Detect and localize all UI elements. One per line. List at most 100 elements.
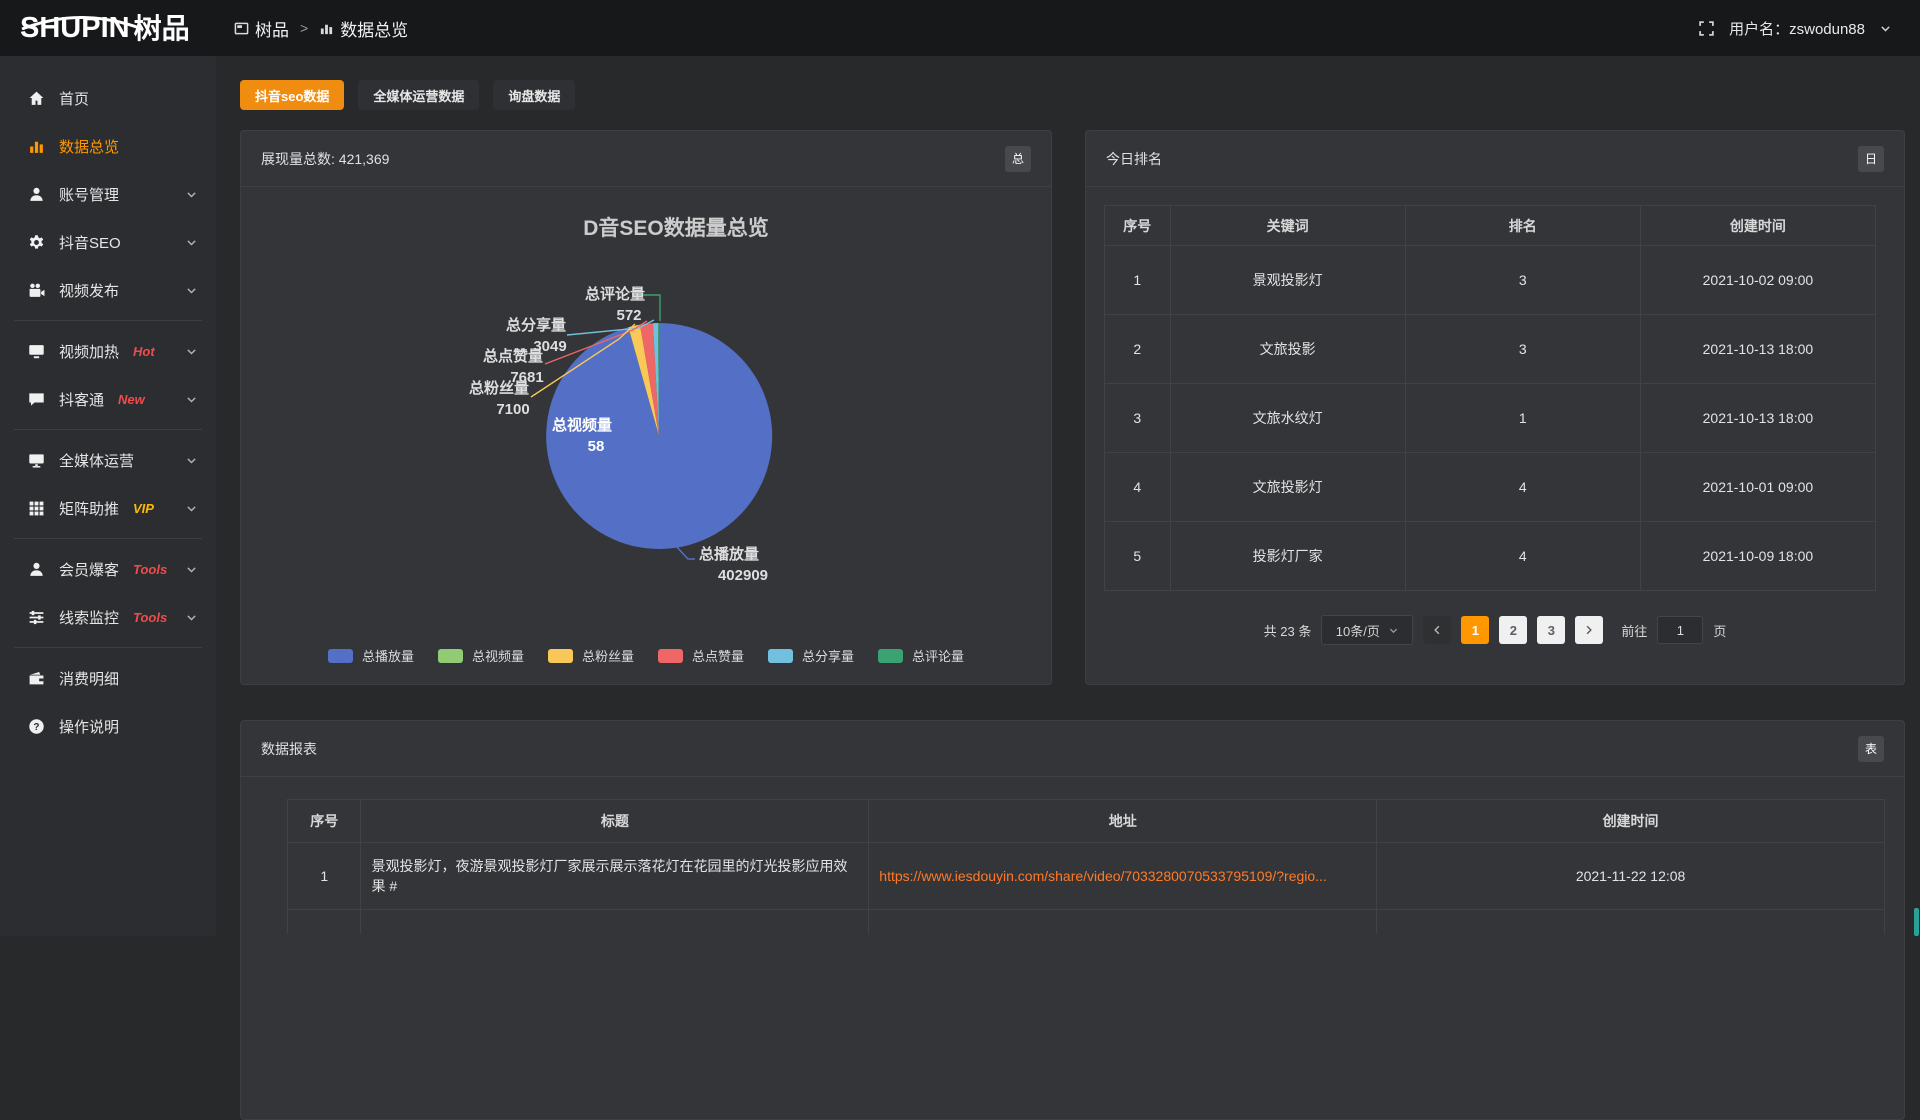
legend-swatch [438, 649, 463, 663]
svg-text:?: ? [33, 722, 39, 733]
pie-label-总粉丝量: 总粉丝量7100 [469, 379, 530, 418]
app-logo: SHUPIN 树品 [0, 14, 216, 43]
sidebar-divider [14, 538, 202, 539]
breadcrumb-label: 数据总览 [340, 16, 408, 41]
legend-item-总视频量[interactable]: 总视频量 [438, 646, 524, 665]
chevron-down-icon [185, 563, 198, 576]
legend-item-总粉丝量[interactable]: 总粉丝量 [548, 646, 634, 665]
user-menu-chevron-icon[interactable] [1879, 22, 1892, 35]
chevron-down-icon [185, 454, 198, 467]
sidebar-item-抖客通[interactable]: 抖客通New [0, 375, 216, 423]
goto-page-input[interactable] [1657, 616, 1703, 644]
sidebar-item-chevron [185, 502, 198, 515]
fullscreen-icon[interactable] [1698, 20, 1715, 37]
user-icon [28, 561, 45, 578]
svg-text:总视频量: 总视频量 [552, 416, 612, 434]
sidebar-item-抖音SEO[interactable]: 抖音SEO [0, 218, 216, 266]
scrollbar-thumb[interactable] [1914, 908, 1919, 936]
report-column-header: 创建时间 [1377, 800, 1885, 843]
logo-arc [18, 16, 146, 30]
breadcrumb-item-home[interactable]: 树品 [234, 16, 289, 41]
svg-text:总粉丝量: 总粉丝量 [469, 379, 529, 397]
sidebar-item-矩阵助推[interactable]: 矩阵助推VIP [0, 484, 216, 532]
sidebar-item-视频加热[interactable]: 视频加热 Hot [0, 327, 216, 375]
tab-抖音seo数据[interactable]: 抖音seo数据 [240, 80, 344, 110]
report-cell-time [1377, 910, 1885, 934]
chevron-down-icon [185, 345, 198, 358]
window-icon [234, 21, 249, 36]
rank-cell: 3 [1105, 384, 1171, 453]
sidebar-item-label: 视频加热 [59, 341, 119, 362]
page-button-3[interactable]: 3 [1537, 616, 1565, 644]
breadcrumb-item-current[interactable]: 数据总览 [319, 16, 408, 41]
legend-item-总分享量[interactable]: 总分享量 [768, 646, 854, 665]
sidebar-item-全媒体运营[interactable]: 全媒体运营 [0, 436, 216, 484]
goto-label: 前往 [1621, 621, 1647, 640]
sidebar-item-label: 视频发布 [59, 280, 119, 301]
prev-page-button[interactable] [1423, 616, 1451, 644]
sidebar-item-操作说明[interactable]: ?操作说明 [0, 702, 216, 750]
page-button-1[interactable]: 1 [1461, 616, 1489, 644]
page-size-value: 10条/页 [1336, 621, 1380, 640]
user-icon [28, 186, 45, 203]
panel-title-impressions-total: 展现量总数: 421,369 [261, 149, 389, 169]
tab-询盘数据[interactable]: 询盘数据 [493, 80, 575, 110]
chevron-down-icon [185, 393, 198, 406]
sidebar-item-suffix-badge: New [118, 392, 145, 407]
sidebar-item-chevron [185, 393, 198, 406]
sidebar-item-首页[interactable]: 首页 [0, 74, 216, 122]
report-cell-no: 1 [288, 843, 361, 910]
next-page-button[interactable] [1575, 616, 1603, 644]
impressions-pie-panel: 展现量总数: 421,369 总 D音SEO数据量总览总评论量572总分享量30… [240, 130, 1052, 685]
sidebar-item-suffix-badge: Tools [133, 562, 167, 577]
tab-全媒体运营数据[interactable]: 全媒体运营数据 [358, 80, 479, 110]
pie-slice-总播放量[interactable] [546, 323, 772, 549]
sidebar-item-视频发布[interactable]: 视频发布 [0, 266, 216, 314]
page-button-2[interactable]: 2 [1499, 616, 1527, 644]
rank-cell: 文旅投影 [1170, 315, 1405, 384]
video-link[interactable]: https://www.iesdouyin.com/share/video/70… [879, 868, 1327, 884]
sidebar-item-chevron [185, 611, 198, 624]
rank-column-header: 序号 [1105, 206, 1171, 246]
report-cell-time: 2021-11-22 12:08 [1377, 843, 1885, 910]
sidebar-divider [14, 320, 202, 321]
table-badge-button[interactable]: 表 [1858, 736, 1884, 762]
rank-cell: 2021-10-13 18:00 [1640, 384, 1875, 453]
breadcrumb: 树品 > 数据总览 [234, 16, 408, 41]
breadcrumb-separator: > [300, 20, 308, 36]
rank-cell: 文旅水纹灯 [1170, 384, 1405, 453]
sidebar-item-label: 账号管理 [59, 184, 119, 205]
rank-cell: 3 [1405, 315, 1640, 384]
chevron-down-icon [185, 284, 198, 297]
goto-unit: 页 [1713, 621, 1726, 640]
legend-item-总点赞量[interactable]: 总点赞量 [658, 646, 744, 665]
sidebar-item-数据总览[interactable]: 数据总览 [0, 122, 216, 170]
chart-bars-icon [28, 138, 45, 155]
chevron-down-icon [185, 502, 198, 515]
sidebar-divider [14, 429, 202, 430]
sidebar-item-账号管理[interactable]: 账号管理 [0, 170, 216, 218]
svg-text:总播放量: 总播放量 [699, 545, 759, 563]
svg-text:572: 572 [616, 307, 641, 324]
legend-swatch [768, 649, 793, 663]
panel-title-data-report: 数据报表 [261, 739, 317, 759]
sidebar-item-label: 抖音SEO [59, 232, 121, 253]
pie-legend: 总播放量 总视频量 总粉丝量 总点赞量 总分享量 总评论量 [241, 646, 1051, 665]
day-badge-button[interactable]: 日 [1858, 146, 1884, 172]
rank-table-row: 1景观投影灯32021-10-02 09:00 [1105, 246, 1876, 315]
sidebar-item-label: 全媒体运营 [59, 450, 134, 471]
total-badge-button[interactable]: 总 [1005, 146, 1031, 172]
legend-item-总播放量[interactable]: 总播放量 [328, 646, 414, 665]
legend-item-总评论量[interactable]: 总评论量 [878, 646, 964, 665]
rank-cell: 2021-10-13 18:00 [1640, 315, 1875, 384]
sidebar-item-线索监控[interactable]: 线索监控Tools [0, 593, 216, 641]
page-size-select[interactable]: 10条/页 [1321, 615, 1413, 645]
report-table-row: 1景观投影灯，夜游景观投影灯厂家展示展示落花灯在花园里的灯光投影应用效果 #ht… [288, 843, 1885, 910]
sidebar-item-消费明细[interactable]: 消费明细 [0, 654, 216, 702]
svg-text:总分享量: 总分享量 [506, 316, 566, 334]
sidebar-item-chevron [185, 188, 198, 201]
sidebar-item-会员爆客[interactable]: 会员爆客Tools [0, 545, 216, 593]
topbar: SHUPIN 树品 树品 > 数据总览 用户名：zswodun88 [0, 0, 1920, 56]
sidebar-item-suffix-badge: Hot [133, 344, 155, 359]
wallet-icon [28, 670, 45, 687]
